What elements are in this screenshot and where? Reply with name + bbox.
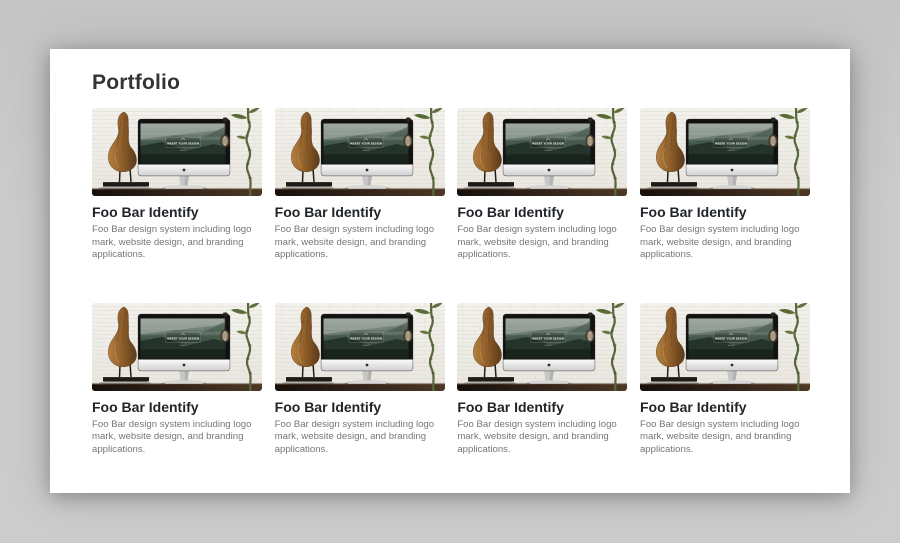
screen-caption: INSERT YOUR DESIGN (715, 337, 747, 341)
screen-wallpaper: INSERT YOUR DESIGN (323, 123, 408, 163)
thumbnail-illustration: INSERT YOUR DESIGN (275, 108, 445, 196)
portfolio-thumbnail[interactable]: INSERT YOUR DESIGN (275, 303, 445, 391)
screen-wallpaper: INSERT YOUR DESIGN (688, 318, 773, 358)
apple-logo-icon (548, 363, 551, 366)
thumbnail-illustration: INSERT YOUR DESIGN (92, 108, 262, 196)
portfolio-item: INSERT YOUR DESIGN Foo Bar Identify Foo … (640, 108, 810, 262)
screen-caption: INSERT YOUR DESIGN (167, 337, 199, 341)
portfolio-grid: INSERT YOUR DESIGN Foo Bar Identify Foo … (92, 108, 810, 457)
apple-logo-icon (548, 169, 551, 172)
screen-wallpaper: INSERT YOUR DESIGN (141, 318, 226, 358)
portfolio-item-title: Foo Bar Identify (92, 398, 262, 416)
portfolio-item: INSERT YOUR DESIGN Foo Bar Identify Foo … (457, 303, 627, 457)
portfolio-thumbnail[interactable]: INSERT YOUR DESIGN (457, 108, 627, 196)
thumbnail-illustration: INSERT YOUR DESIGN (275, 303, 445, 391)
screen-wallpaper: INSERT YOUR DESIGN (506, 318, 591, 358)
screen-wallpaper: INSERT YOUR DESIGN (506, 123, 591, 163)
apple-logo-icon (183, 363, 186, 366)
screen-caption: INSERT YOUR DESIGN (532, 337, 564, 341)
portfolio-item-title: Foo Bar Identify (275, 203, 445, 221)
apple-logo-icon (183, 169, 186, 172)
portfolio-item: INSERT YOUR DESIGN Foo Bar Identify Foo … (275, 303, 445, 457)
apple-logo-icon (365, 363, 368, 366)
portfolio-thumbnail[interactable]: INSERT YOUR DESIGN (640, 303, 810, 391)
portfolio-item-title: Foo Bar Identify (92, 203, 262, 221)
portfolio-item-title: Foo Bar Identify (640, 203, 810, 221)
portfolio-item: INSERT YOUR DESIGN Foo Bar Identify Foo … (457, 108, 627, 262)
portfolio-item-description: Foo Bar design system including logo mar… (92, 224, 262, 262)
portfolio-item-description: Foo Bar design system including logo mar… (640, 419, 810, 457)
portfolio-thumbnail[interactable]: INSERT YOUR DESIGN (275, 108, 445, 196)
portfolio-thumbnail[interactable]: INSERT YOUR DESIGN (640, 108, 810, 196)
portfolio-item-title: Foo Bar Identify (457, 203, 627, 221)
portfolio-item: INSERT YOUR DESIGN Foo Bar Identify Foo … (92, 303, 262, 457)
screen-caption: INSERT YOUR DESIGN (532, 142, 564, 146)
screen-caption: INSERT YOUR DESIGN (715, 142, 747, 146)
apple-logo-icon (731, 169, 734, 172)
portfolio-item: INSERT YOUR DESIGN Foo Bar Identify Foo … (640, 303, 810, 457)
apple-logo-icon (731, 363, 734, 366)
page-title: Portfolio (92, 70, 810, 95)
thumbnail-illustration: INSERT YOUR DESIGN (457, 108, 627, 196)
portfolio-thumbnail[interactable]: INSERT YOUR DESIGN (92, 303, 262, 391)
portfolio-item-description: Foo Bar design system including logo mar… (275, 224, 445, 262)
screen-caption: INSERT YOUR DESIGN (167, 142, 199, 146)
thumbnail-illustration: INSERT YOUR DESIGN (457, 303, 627, 391)
portfolio-item-description: Foo Bar design system including logo mar… (640, 224, 810, 262)
portfolio-item-title: Foo Bar Identify (640, 398, 810, 416)
portfolio-item-title: Foo Bar Identify (457, 398, 627, 416)
portfolio-item-description: Foo Bar design system including logo mar… (457, 224, 627, 262)
apple-logo-icon (365, 169, 368, 172)
portfolio-thumbnail[interactable]: INSERT YOUR DESIGN (457, 303, 627, 391)
thumbnail-illustration: INSERT YOUR DESIGN (640, 303, 810, 391)
screen-wallpaper: INSERT YOUR DESIGN (323, 318, 408, 358)
screen-wallpaper: INSERT YOUR DESIGN (141, 123, 226, 163)
portfolio-thumbnail[interactable]: INSERT YOUR DESIGN (92, 108, 262, 196)
screen-caption: INSERT YOUR DESIGN (349, 337, 381, 341)
portfolio-item-description: Foo Bar design system including logo mar… (457, 419, 627, 457)
portfolio-item-title: Foo Bar Identify (275, 398, 445, 416)
thumbnail-illustration: INSERT YOUR DESIGN (92, 303, 262, 391)
portfolio-item-description: Foo Bar design system including logo mar… (275, 419, 445, 457)
thumbnail-illustration: INSERT YOUR DESIGN (640, 108, 810, 196)
content-card: Portfolio (50, 49, 850, 493)
portfolio-item: INSERT YOUR DESIGN Foo Bar Identify Foo … (275, 108, 445, 262)
portfolio-item-description: Foo Bar design system including logo mar… (92, 419, 262, 457)
portfolio-item: INSERT YOUR DESIGN Foo Bar Identify Foo … (92, 108, 262, 262)
screen-caption: INSERT YOUR DESIGN (349, 142, 381, 146)
screen-wallpaper: INSERT YOUR DESIGN (688, 123, 773, 163)
